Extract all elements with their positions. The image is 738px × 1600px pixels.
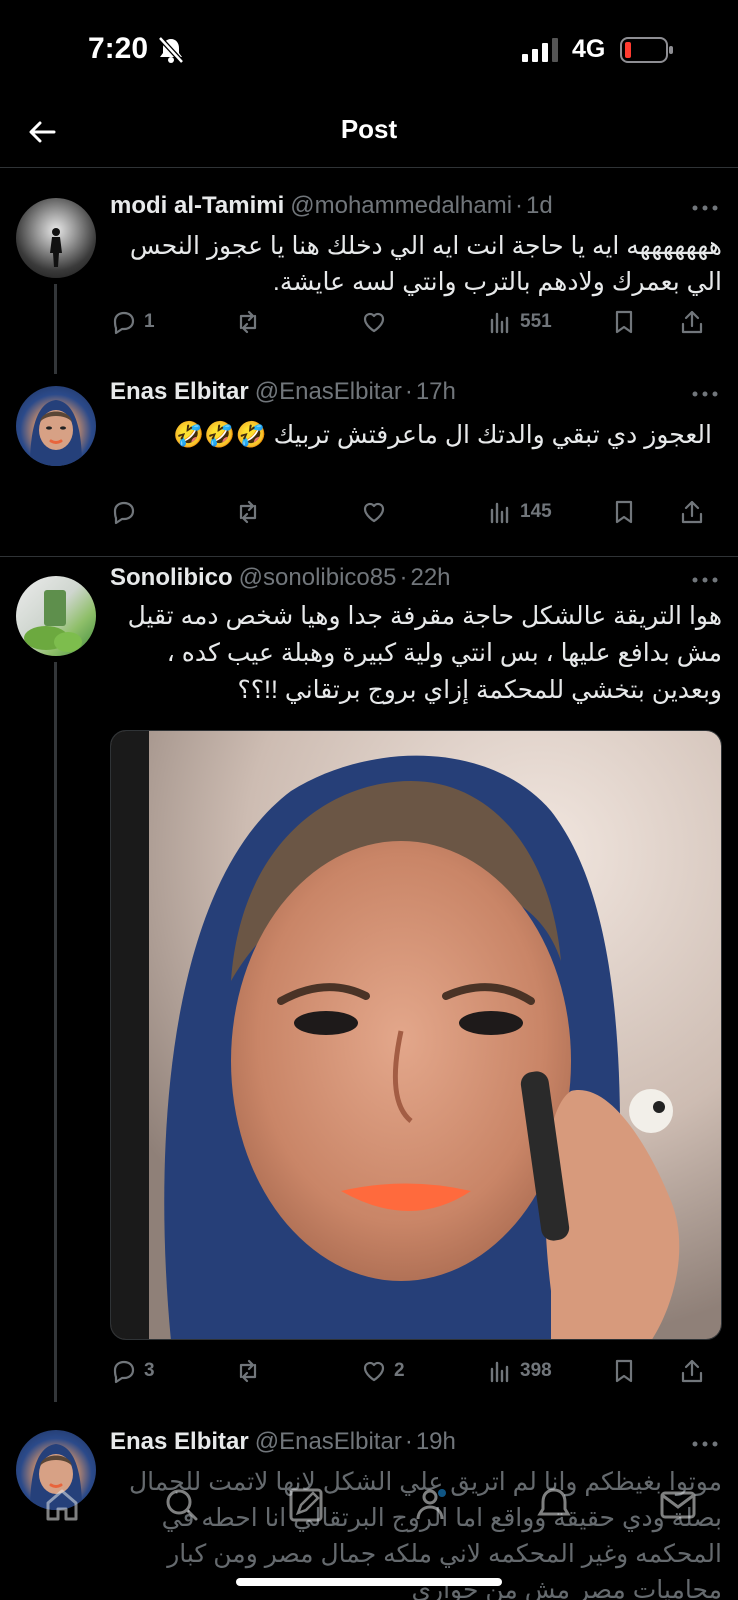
bell-muted-icon [158,36,184,64]
like-button[interactable] [360,494,394,530]
heart-icon [363,502,385,523]
share-icon [681,1359,703,1383]
author-handle[interactable]: @mohammedalhami [290,192,512,219]
reply-icon [113,501,135,525]
post-header: Sonolibico @sonolibico85 · 22h [110,564,451,591]
reply-button[interactable]: 1 [110,304,155,340]
author-name[interactable]: Enas Elbitar [110,378,249,405]
reply-button[interactable] [110,494,144,530]
woman-portrait-photo [111,731,721,1339]
cellular-signal-icon [522,38,558,62]
author-handle[interactable]: @EnasElbitar [255,378,402,405]
bookmark-icon [615,1359,633,1383]
action-bar: 1 551 [110,304,722,340]
more-options-icon[interactable] [690,203,720,213]
share-icon [681,500,703,524]
like-button[interactable] [360,304,394,340]
views-button[interactable]: 398 [486,1353,552,1389]
notifications-icon[interactable] [534,1485,574,1525]
repost-button[interactable] [234,494,268,530]
reply-post[interactable]: modi al-Tamimi @mohammedalhami · 1d ههههههه… [0,190,738,374]
bookmark-button[interactable] [610,494,638,530]
post-header: Enas Elbitar @EnasElbitar · 19h [110,1428,456,1455]
heart-icon [363,1361,385,1382]
messages-icon[interactable] [658,1485,698,1525]
more-options-icon[interactable] [690,1439,720,1449]
home-icon[interactable] [42,1485,82,1525]
page-title: Post [340,114,398,144]
post-time: 22h [410,564,451,591]
views-button[interactable]: 551 [486,304,552,340]
post-header: modi al-Tamimi @mohammedalhami · 1d [110,192,553,219]
post-time: 1d [526,192,553,219]
status-bar: 7:20 4G [0,0,738,100]
views-count: 145 [520,501,552,522]
reply-post[interactable]: Enas Elbitar @EnasElbitar · 17h العجوز دي ت… [0,378,738,558]
action-bar: 145 [110,494,722,530]
action-bar: 3 2 398 [110,1353,722,1389]
divider [0,556,738,557]
bookmark-icon [615,310,633,334]
reply-count: 1 [144,311,155,332]
share-button[interactable] [678,1353,706,1389]
battery-low-icon [620,37,673,63]
post-time: 17h [415,378,456,405]
like-button[interactable]: 2 [360,1353,405,1389]
repost-icon [239,1359,257,1383]
repost-icon [239,500,257,524]
post-text: العجوز دي تبقي والدتك ال ماعرفتش تربيك 🤣… [173,421,712,449]
author-name[interactable]: Enas Elbitar [110,1428,249,1455]
reply-icon [113,1360,135,1384]
home-indicator [236,1578,502,1586]
share-button[interactable] [678,494,706,530]
repost-icon [239,310,257,334]
author-name[interactable]: modi al-Tamimi [110,192,284,219]
repost-button[interactable] [234,304,268,340]
post-image[interactable] [110,730,722,1340]
bookmark-button[interactable] [610,1353,638,1389]
post-text: هوا التريقة عالشكل حاجة مقرفة جدا وهيا ش… [127,602,722,704]
thread-line [54,284,57,374]
views-count: 398 [520,1360,552,1381]
search-icon[interactable] [162,1485,202,1525]
bookmark-button[interactable] [610,304,638,340]
reply-count: 3 [144,1360,155,1381]
views-icon [490,502,509,524]
more-options-icon[interactable] [690,389,720,399]
communities-icon[interactable] [410,1485,450,1525]
views-icon [490,1361,509,1383]
compose-icon[interactable] [286,1485,326,1525]
post-time: 19h [415,1428,456,1455]
reply-button[interactable]: 3 [110,1353,155,1389]
bookmark-icon [615,500,633,524]
author-name[interactable]: Sonolibico [110,564,233,591]
nav-header: Post [0,100,738,168]
person-silhouette-icon [50,228,62,267]
author-handle[interactable]: @sonolibico85 [239,564,397,591]
avatar[interactable] [16,386,96,466]
reply-icon [113,311,135,335]
heart-icon [363,312,385,333]
author-handle[interactable]: @EnasElbitar [255,1428,402,1455]
avatar[interactable] [16,198,96,278]
share-icon [681,310,703,334]
more-options-icon[interactable] [690,575,720,585]
thread-line [54,662,57,1402]
views-icon [490,312,509,334]
post-text: هههههههه ايه يا حاجة انت ايه الي دخلك هن… [129,232,722,296]
views-button[interactable]: 145 [486,494,552,530]
share-button[interactable] [678,304,706,340]
profile-photo [30,400,82,466]
views-count: 551 [520,311,552,332]
profile-photo [24,590,82,652]
post-header: Enas Elbitar @EnasElbitar · 17h [110,378,456,405]
like-count: 2 [394,1360,405,1381]
avatar[interactable] [16,576,96,656]
repost-button[interactable] [234,1353,268,1389]
network-label: 4G [572,35,606,63]
status-time: 7:20 [88,32,149,65]
